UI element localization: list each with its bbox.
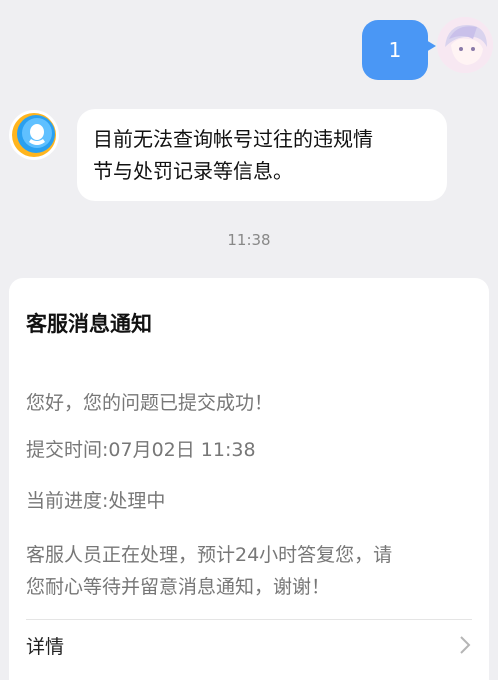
outgoing-message-text: 1: [388, 38, 402, 62]
details-link[interactable]: 详情: [26, 632, 64, 659]
incoming-message-bubble[interactable]: 目前无法查询帐号过往的违规情 节与处罚记录等信息。: [77, 109, 447, 201]
user-avatar[interactable]: [437, 17, 493, 73]
message-timestamp: 11:38: [227, 231, 271, 249]
qq-service-icon: [12, 113, 56, 157]
incoming-message-line: 节与处罚记录等信息。: [93, 159, 293, 183]
service-notification-card[interactable]: 客服消息通知 您好，您的问题已提交成功！ 提交时间:07月02日 11:38 当…: [9, 278, 489, 680]
chevron-right-icon[interactable]: [458, 634, 472, 656]
card-progress: 当前进度:处理中: [26, 490, 166, 512]
outgoing-message-bubble[interactable]: 1: [362, 20, 436, 80]
card-divider: [26, 619, 472, 620]
user-avatar-icon: [437, 17, 493, 73]
card-greeting: 您好，您的问题已提交成功！: [26, 392, 274, 414]
service-avatar[interactable]: [9, 110, 59, 160]
incoming-message-line: 目前无法查询帐号过往的违规情: [93, 127, 373, 151]
card-submit-time: 提交时间:07月02日 11:38: [26, 439, 256, 461]
card-title: 客服消息通知: [26, 312, 152, 336]
card-note-line: 您耐心等待并留意消息通知，谢谢！: [26, 576, 331, 598]
card-note-line: 客服人员正在处理，预计24小时答复您，请: [26, 544, 393, 566]
